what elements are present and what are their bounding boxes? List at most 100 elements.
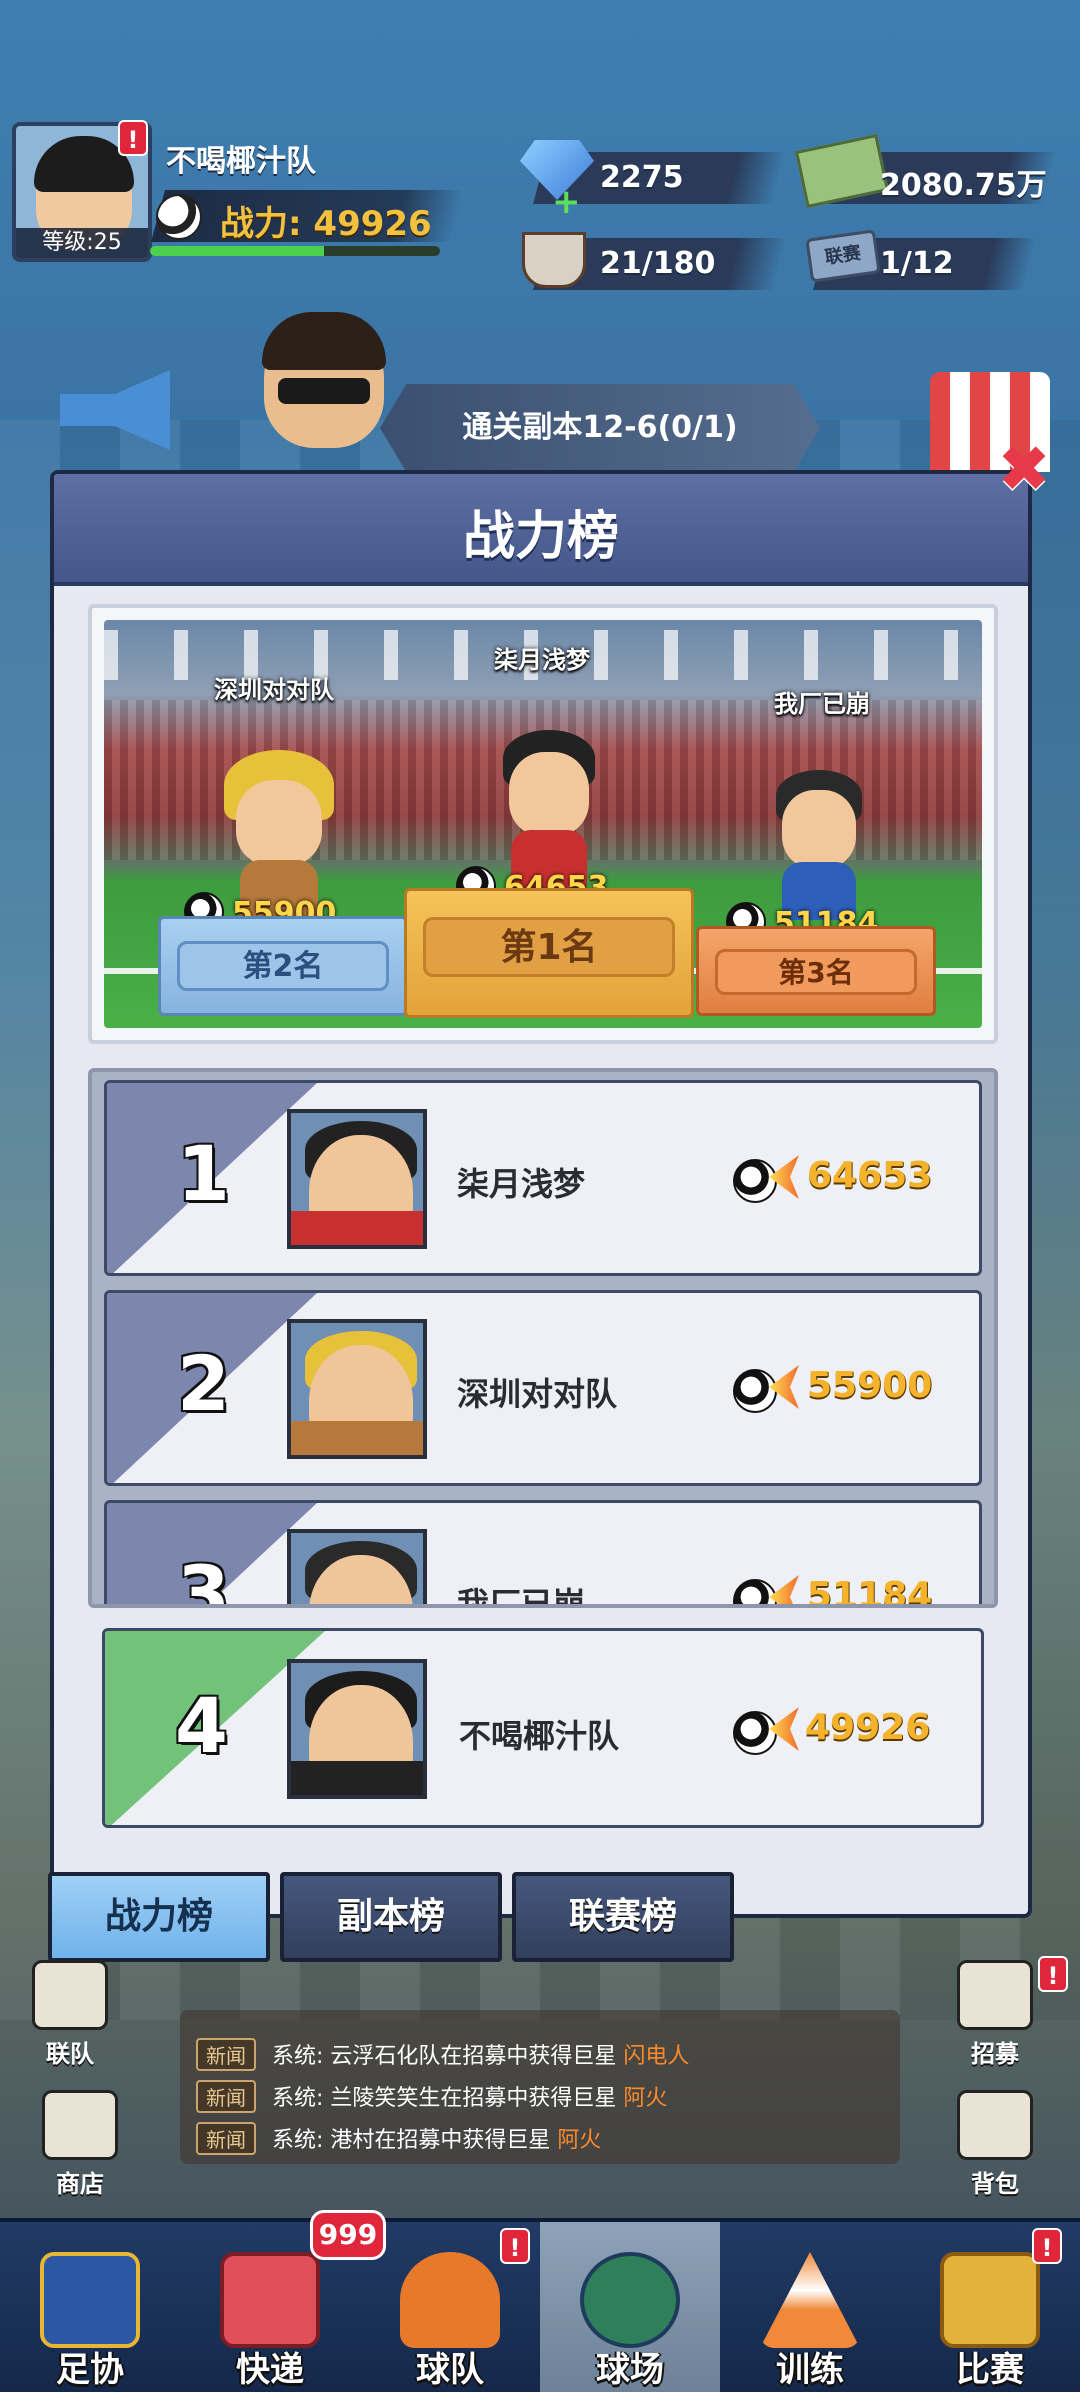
tab-dungeon-ranking[interactable]: 副本榜	[280, 1872, 502, 1962]
recruit-label: 招募	[971, 2040, 1019, 2068]
league-ticket-count: 1/12	[880, 246, 954, 281]
stamina-count: 21/180	[600, 246, 716, 281]
quest-banner[interactable]: 通关副本12-6(0/1)	[380, 384, 820, 472]
rank-number: 3	[177, 1549, 230, 1608]
bag-button[interactable]: 背包	[940, 2090, 1050, 2199]
nav-label: 足协	[56, 2350, 124, 2390]
player-level: 等级:25	[16, 228, 148, 258]
trophy-icon	[940, 2252, 1040, 2348]
gem-count: 2275	[600, 160, 684, 195]
soccer-ball-icon	[733, 1369, 777, 1413]
coffee-icon	[522, 232, 586, 288]
bag-label: 背包	[971, 2170, 1019, 2198]
news-tag: 新闻	[196, 2038, 256, 2071]
row-player-name: 我厂已崩	[457, 1585, 586, 1608]
player-power: 战力: 49926	[220, 204, 432, 244]
nav-label: 快递	[236, 2350, 304, 2390]
news-text: 系统: 兰陵笑笑生在招募中获得巨星	[272, 2086, 617, 2111]
row-player-name: 深圳对对队	[457, 1375, 618, 1413]
row-player-name: 柒月浅梦	[457, 1165, 586, 1203]
player-icon	[400, 2252, 500, 2348]
podium-third: 第3名	[696, 926, 936, 1016]
cone-icon	[760, 2252, 860, 2348]
my-portrait[interactable]	[287, 1659, 427, 1799]
shop-icon	[42, 2090, 118, 2160]
podium-first: 第1名	[404, 888, 694, 1018]
box-icon	[220, 2252, 320, 2348]
nav-label: 球场	[596, 2350, 664, 2390]
first-place-character	[489, 730, 609, 890]
player-portrait[interactable]	[287, 1319, 427, 1459]
ranking-row[interactable]: 2 深圳对对队 55900	[104, 1290, 982, 1486]
podium-first-label: 第1名	[423, 917, 675, 977]
delivery-count-badge: 999	[310, 2210, 386, 2260]
row-power-score: 55900	[807, 1365, 933, 1406]
third-place-character	[764, 770, 874, 920]
news-line: 新闻 系统: 港村在招募中获得巨星 阿火	[196, 2122, 601, 2155]
nav-label: 训练	[776, 2350, 844, 2390]
recruit-alert-icon: !	[1038, 1956, 1068, 1992]
panel-title: 战力榜	[462, 507, 619, 567]
alliance-label: 联队	[46, 2040, 94, 2068]
news-text: 系统: 港村在招募中获得巨星	[272, 2128, 551, 2153]
my-power-score: 49926	[805, 1707, 931, 1748]
player-portrait[interactable]	[287, 1109, 427, 1249]
nav-association[interactable]: 足协	[0, 2222, 180, 2392]
soccer-ball-icon	[733, 1159, 777, 1203]
ranking-row[interactable]: 3 我厂已崩 51184	[104, 1500, 982, 1608]
podium-third-name: 我厂已崩	[774, 690, 870, 718]
row-power-score: 64653	[807, 1155, 933, 1196]
news-text: 系统: 云浮石化队在招募中获得巨星	[272, 2044, 617, 2069]
recruit-icon	[957, 1960, 1033, 2030]
badge-icon	[40, 2252, 140, 2348]
soccer-ball-icon	[733, 1579, 777, 1604]
my-ranking-row[interactable]: 4 不喝椰汁队 49926	[102, 1628, 984, 1828]
shop-label: 商店	[56, 2170, 104, 2198]
row-power-score: 51184	[807, 1575, 933, 1608]
my-player-name: 不喝椰汁队	[459, 1717, 620, 1755]
stadium-scene: 深圳对对队 柒月浅梦 我厂已崩 55900 64653 51184 第2名 第1…	[104, 620, 982, 1028]
player-team-name: 不喝椰汁队	[166, 144, 316, 179]
team-alert-icon: !	[500, 2228, 530, 2264]
podium-second-name: 深圳对对队	[214, 676, 334, 704]
second-place-character	[214, 750, 344, 920]
nav-stadium[interactable]: 球场	[540, 2222, 720, 2392]
tab-power-ranking[interactable]: 战力榜	[48, 1872, 270, 1962]
news-highlight: 闪电人	[623, 2044, 690, 2069]
experience-bar	[150, 246, 440, 256]
tab-league-ranking[interactable]: 联赛榜	[512, 1872, 734, 1962]
nav-label: 球队	[416, 2350, 484, 2390]
add-gem-icon[interactable]: +	[552, 182, 581, 222]
bag-icon	[957, 2090, 1033, 2160]
news-line: 新闻 系统: 兰陵笑笑生在招募中获得巨星 阿火	[196, 2080, 667, 2113]
ranking-row[interactable]: 1 柒月浅梦 64653	[104, 1080, 982, 1276]
nav-label: 比赛	[956, 2350, 1024, 2390]
podium-frame: 深圳对对队 柒月浅梦 我厂已崩 55900 64653 51184 第2名 第1…	[88, 604, 998, 1044]
avatar-alert-icon: !	[118, 120, 148, 156]
podium-second: 第2名	[158, 916, 408, 1016]
soccer-ball-icon	[156, 194, 202, 240]
news-highlight: 阿火	[557, 2128, 602, 2153]
bottom-navigation: 足协 快递 球队 球场 训练 比赛	[0, 2218, 1080, 2392]
podium-third-label: 第3名	[715, 949, 917, 995]
news-tag: 新闻	[196, 2080, 256, 2113]
podium-first-name: 柒月浅梦	[494, 646, 590, 674]
panel-header: 战力榜	[54, 474, 1028, 586]
news-highlight: 阿火	[623, 2086, 668, 2111]
alliance-button[interactable]: 联队	[20, 1960, 120, 2069]
close-icon[interactable]: ✖	[994, 438, 1054, 502]
money-count: 2080.75万	[880, 168, 1047, 203]
rank-number: 2	[177, 1339, 230, 1428]
ranking-list[interactable]: 1 柒月浅梦 64653 2 深圳对对队 55900 3 我厂已崩 51184	[88, 1068, 998, 1608]
nav-training[interactable]: 训练	[720, 2222, 900, 2392]
recruit-button[interactable]: 招募	[940, 1960, 1050, 2069]
news-ticker[interactable]: 新闻 系统: 云浮石化队在招募中获得巨星 闪电人 新闻 系统: 兰陵笑笑生在招募中获…	[180, 2010, 900, 2164]
podium-second-label: 第2名	[177, 941, 389, 991]
alliance-icon	[32, 1960, 108, 2030]
match-alert-icon: !	[1032, 2228, 1062, 2264]
leaderboard-panel: 战力榜 深圳对对队 柒月浅梦 我厂已崩 55900 51184 第2名 第1名 …	[50, 470, 1032, 1918]
news-tag: 新闻	[196, 2122, 256, 2155]
player-portrait[interactable]	[287, 1529, 427, 1604]
soccer-ball-icon	[733, 1711, 777, 1755]
shop-button[interactable]: 商店	[30, 2090, 130, 2199]
